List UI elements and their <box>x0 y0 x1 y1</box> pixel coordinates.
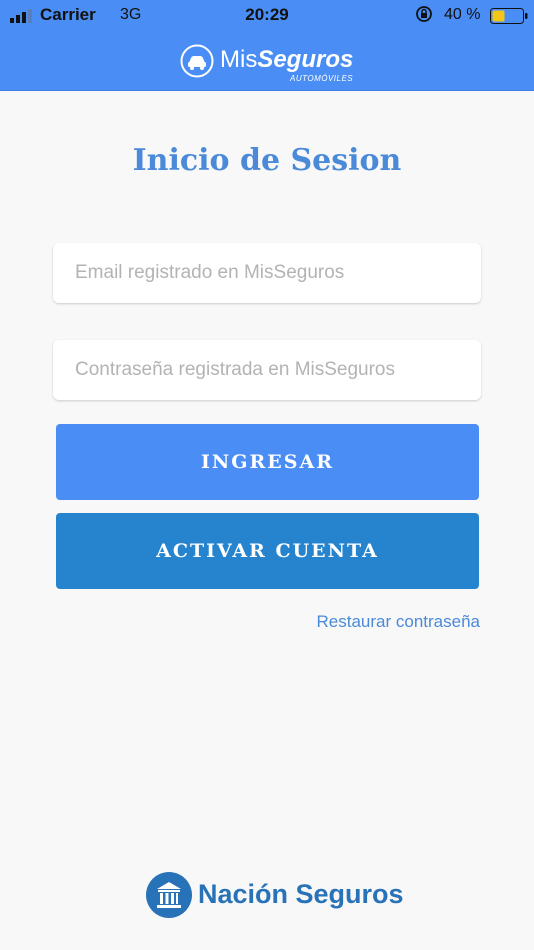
activate-account-button[interactable]: ACTIVAR CUENTA <box>56 513 479 589</box>
login-button[interactable]: INGRESAR <box>56 424 479 500</box>
restore-password-link[interactable]: Restaurar contraseña <box>317 612 480 632</box>
page-title: Inicio de Sesion <box>132 143 402 178</box>
email-input[interactable] <box>53 243 481 303</box>
logo-seguros: Seguros <box>257 46 354 73</box>
logo-mis: Mis <box>220 46 258 73</box>
car-circle-icon <box>180 44 214 78</box>
battery-icon <box>490 8 528 24</box>
rotation-lock-icon <box>416 6 432 22</box>
login-screen: Carrier 3G 20:29 40 % MisSeguros AUTOMÓV… <box>0 0 534 950</box>
logo-wordmark: MisSeguros <box>220 46 353 74</box>
password-field-container <box>53 340 481 400</box>
footer-brand: Nación Seguros <box>146 872 404 922</box>
status-bar: Carrier 3G 20:29 40 % <box>0 0 534 32</box>
email-field-container <box>53 243 481 303</box>
app-logo: MisSeguros AUTOMÓVILES <box>180 44 380 84</box>
battery-percent: 40 % <box>444 6 481 23</box>
footer-brand-name: Nación Seguros <box>198 879 404 909</box>
logo-subtitle: AUTOMÓVILES <box>290 74 354 83</box>
password-input[interactable] <box>53 340 481 400</box>
app-header: Carrier 3G 20:29 40 % MisSeguros AUTOMÓV… <box>0 0 534 91</box>
bank-building-icon <box>146 872 192 918</box>
